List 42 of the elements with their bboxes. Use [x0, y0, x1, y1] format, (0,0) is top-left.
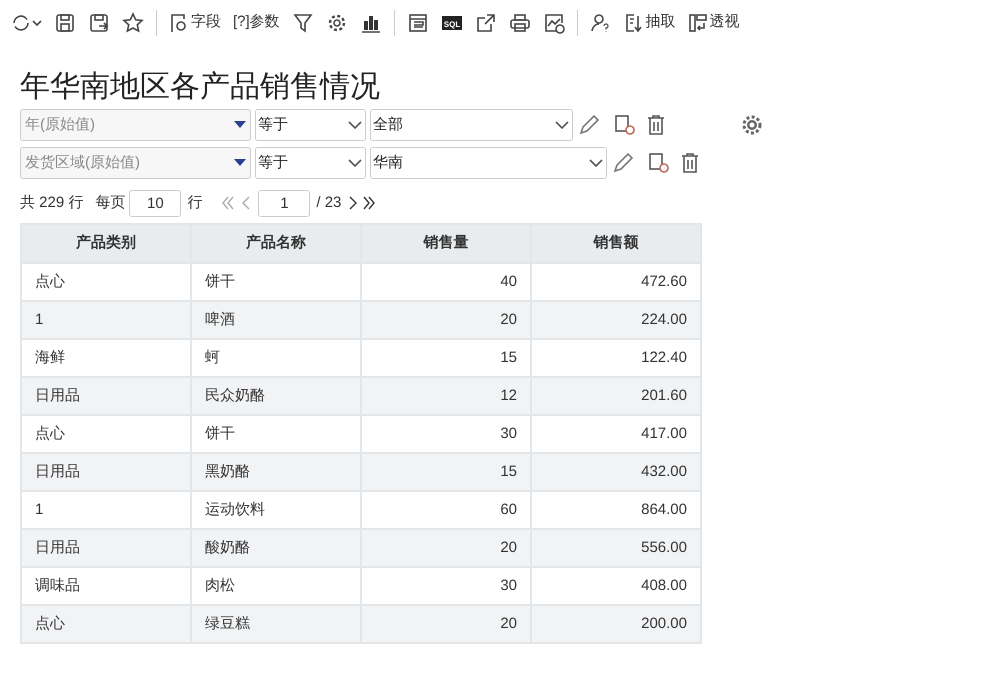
last-page-icon[interactable]: [361, 195, 378, 211]
pencil-icon[interactable]: [577, 113, 601, 137]
value-select[interactable]: 全部: [370, 109, 573, 141]
triangle-down-icon: [234, 159, 246, 167]
per-page-label: 每页: [95, 192, 126, 213]
next-page-icon[interactable]: [347, 195, 360, 211]
page-count: / 23: [316, 192, 342, 213]
table-cell: 20: [361, 605, 531, 643]
pivot-icon: [688, 12, 708, 34]
column-header[interactable]: 销售量: [361, 224, 531, 263]
extract-button[interactable]: 抽取: [624, 11, 676, 34]
value-select[interactable]: 华南: [370, 147, 607, 179]
filter-icon[interactable]: [292, 12, 314, 34]
report-title: 年华南地区各产品销售情况: [20, 69, 381, 105]
table-cell: 点心: [21, 605, 191, 643]
parameter-button[interactable]: [?]参数: [233, 11, 280, 34]
triangle-down-icon: [234, 121, 246, 129]
column-header[interactable]: 产品类别: [21, 224, 191, 263]
page-input[interactable]: 1: [258, 190, 310, 216]
rows-label: 行: [187, 192, 202, 213]
document-down-arrow-icon: [624, 12, 644, 34]
trash-icon[interactable]: [679, 151, 701, 175]
pivot-button[interactable]: 透视: [688, 11, 740, 34]
print-icon[interactable]: [508, 12, 531, 34]
settings-icon[interactable]: [741, 114, 763, 136]
save-icon[interactable]: [54, 12, 76, 34]
layout-icon[interactable]: [406, 12, 429, 34]
column-header[interactable]: 产品名称: [191, 224, 361, 263]
operator-select[interactable]: 等于: [255, 147, 366, 179]
trash-icon[interactable]: [645, 113, 667, 137]
table-cell: 绿豆糕: [191, 605, 361, 643]
total-rows-text: 共 229 行: [20, 192, 84, 213]
column-header[interactable]: 销售额: [531, 224, 701, 263]
star-icon[interactable]: [122, 12, 144, 34]
table-cell: 200.00: [531, 605, 701, 643]
per-page-input[interactable]: 10: [129, 190, 182, 216]
export-icon[interactable]: [474, 12, 497, 34]
save-as-icon[interactable]: [88, 12, 110, 34]
operator-select[interactable]: 等于: [255, 109, 366, 141]
field-button[interactable]: 字段: [169, 11, 221, 34]
caret-icon: [32, 18, 42, 28]
pencil-icon[interactable]: [611, 151, 635, 175]
